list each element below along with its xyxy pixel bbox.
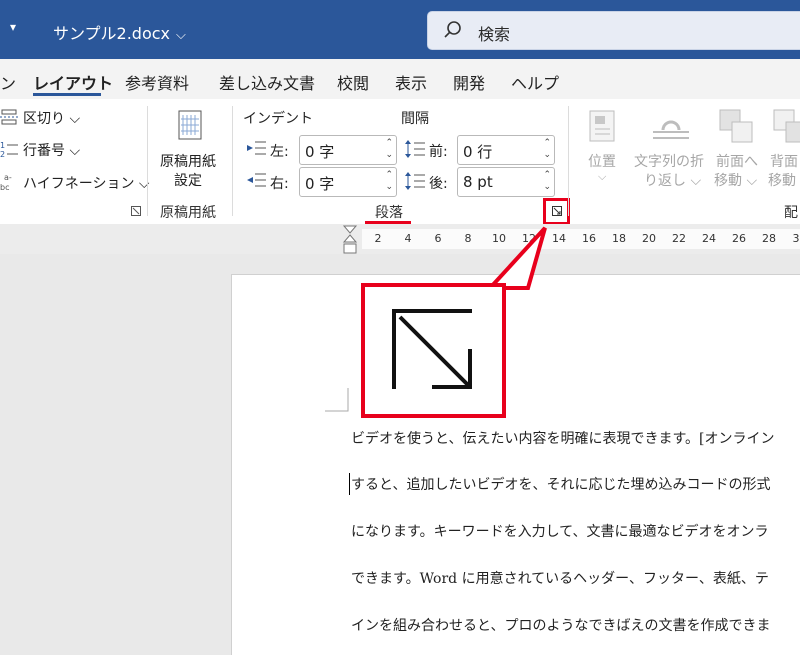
breaks-button[interactable]: 区切り ⌵ xyxy=(23,108,80,128)
wrap-text-line1[interactable]: 文字列の折 xyxy=(634,151,704,171)
hyphenation-button[interactable]: ハイフネーション ⌵ xyxy=(23,173,150,193)
indent-right-spinner[interactable]: 0 字 ⌃ ⌄ xyxy=(299,167,397,197)
spacing-after-spinner[interactable]: 8 pt ⌃ ⌄ xyxy=(457,167,555,197)
ruler-tick-label: 3 xyxy=(792,232,800,245)
body-text-line[interactable]: ビデオを使うと、伝えたい内容を明確に表現できます。[オンライン xyxy=(351,428,775,448)
spacing-before-icon xyxy=(405,140,425,158)
wrap-text-line2[interactable]: り返し ⌵ xyxy=(644,170,701,190)
tab-review[interactable]: 校閲 xyxy=(337,70,369,94)
ruler-tick-label: 4 xyxy=(404,232,412,245)
svg-text:1: 1 xyxy=(0,141,5,150)
launcher-zoom-icon xyxy=(392,309,472,389)
spacing-before-value: 0 行 xyxy=(463,143,493,161)
position-icon xyxy=(589,110,615,142)
ruler-tick-label: 18 xyxy=(612,232,626,245)
document-page[interactable] xyxy=(231,274,800,655)
line-numbers-icon: 12 xyxy=(0,141,18,158)
tab-view[interactable]: 表示 xyxy=(395,70,427,94)
svg-text:2: 2 xyxy=(0,150,5,158)
indent-left-icon xyxy=(247,141,266,155)
tab-partial[interactable]: ン xyxy=(0,70,16,94)
group-divider xyxy=(232,106,233,216)
indent-left-value: 0 字 xyxy=(305,143,335,161)
chevron-down-icon: ⌵ xyxy=(598,170,607,183)
body-text-line[interactable]: になります。キーワードを入力して、文書に最適なビデオをオンラ xyxy=(351,521,768,541)
ruler-tick-label: 26 xyxy=(732,232,746,245)
ruler-tick-label: 6 xyxy=(434,232,442,245)
active-tab-underline xyxy=(33,93,101,96)
body-text-line[interactable]: インを組み合わせると、プロのようなできばえの文書を作成できま xyxy=(351,615,770,635)
search-icon xyxy=(444,21,461,38)
spacing-after-value: 8 pt xyxy=(463,173,493,191)
document-title-text: サンプル2.docx xyxy=(53,24,170,43)
group-divider xyxy=(147,106,148,216)
ruler-tick-label: 24 xyxy=(702,232,716,245)
margin-corner-mark xyxy=(325,388,349,412)
search-box[interactable]: 検索 xyxy=(427,11,800,50)
paragraph-group-label: 段落 xyxy=(375,205,403,221)
breaks-icon xyxy=(0,109,18,125)
send-backward-icon xyxy=(773,109,800,143)
indent-left-spinner[interactable]: 0 字 ⌃ ⌄ xyxy=(299,135,397,165)
ruler-tick-label: 20 xyxy=(642,232,656,245)
indent-left-label: 左: xyxy=(270,144,289,160)
hyphenation-icon: a-bc xyxy=(0,173,12,192)
breaks-label: 区切り xyxy=(23,111,65,127)
tab-developer[interactable]: 開発 xyxy=(453,70,485,94)
bring-forward-line2-label: 移動 xyxy=(714,173,742,189)
send-backward-line1[interactable]: 背面 xyxy=(770,151,798,171)
position-button[interactable]: 位置 xyxy=(588,151,616,171)
line-numbers-button[interactable]: 行番号 ⌵ xyxy=(23,140,80,160)
spacing-before-spinner[interactable]: 0 行 ⌃ ⌄ xyxy=(457,135,555,165)
spin-arrows-icon[interactable]: ⌃ ⌄ xyxy=(543,137,551,161)
spacing-before-label: 前: xyxy=(429,144,448,160)
manuscript-settings-line1[interactable]: 原稿用紙 xyxy=(160,151,216,171)
manuscript-paper-icon xyxy=(178,110,202,140)
spacing-header: 間隔 xyxy=(401,111,429,127)
body-text-line[interactable]: すると、追加したいビデオを、それに応じた埋め込みコードの形式 xyxy=(351,474,770,494)
ruler-tick-label: 2 xyxy=(374,232,382,245)
send-backward-line2[interactable]: 移動 xyxy=(768,170,796,190)
chevron-down-icon: ⌵ xyxy=(176,28,186,43)
indent-right-icon xyxy=(247,173,266,187)
manuscript-group-label: 原稿用紙 xyxy=(160,205,216,221)
quick-access-dropdown-icon[interactable]: ▾ xyxy=(10,20,16,34)
wrap-text-icon xyxy=(653,120,689,139)
tab-mailings[interactable]: 差し込み文書 xyxy=(219,70,315,94)
tab-layout[interactable]: レイアウト xyxy=(33,70,113,94)
spacing-after-icon xyxy=(405,172,425,190)
tab-help[interactable]: ヘルプ xyxy=(511,70,559,94)
body-text-line[interactable]: できます。Word に用意されているヘッダー、フッター、表紙、テ xyxy=(351,568,769,588)
spin-arrows-icon[interactable]: ⌃ ⌄ xyxy=(543,169,551,193)
document-title[interactable]: サンプル2.docx ⌵ xyxy=(53,20,186,44)
indent-marker-icon[interactable] xyxy=(342,224,358,256)
svg-text:a-: a- xyxy=(4,173,12,182)
ruler-tick-label: 28 xyxy=(762,232,776,245)
bring-forward-icon xyxy=(719,109,753,143)
ruler-tick-label: 22 xyxy=(672,232,686,245)
search-placeholder: 検索 xyxy=(478,25,511,44)
ruler-tick-label: 16 xyxy=(582,232,596,245)
tab-references[interactable]: 参考資料 xyxy=(125,70,189,94)
text-cursor xyxy=(349,473,350,495)
svg-text:bc: bc xyxy=(0,183,9,192)
manuscript-settings-line2[interactable]: 設定 xyxy=(174,170,202,190)
launcher-highlight-box xyxy=(543,198,570,225)
page-setup-launcher-icon[interactable] xyxy=(131,206,141,216)
spin-arrows-icon[interactable]: ⌃ ⌄ xyxy=(385,169,393,193)
line-numbers-label: 行番号 xyxy=(23,143,65,159)
bring-forward-line1[interactable]: 前面へ xyxy=(716,151,758,171)
spacing-after-label: 後: xyxy=(429,176,448,192)
indent-right-value: 0 字 xyxy=(305,175,335,193)
wrap-text-line2-label: り返し xyxy=(644,173,686,189)
hyphenation-label: ハイフネーション xyxy=(23,176,135,192)
indent-header: インデント xyxy=(243,111,313,127)
bring-forward-line2[interactable]: 移動 ⌵ xyxy=(714,170,757,190)
group-divider xyxy=(568,106,569,216)
indent-right-label: 右: xyxy=(270,176,289,192)
spin-arrows-icon[interactable]: ⌃ ⌄ xyxy=(385,137,393,161)
